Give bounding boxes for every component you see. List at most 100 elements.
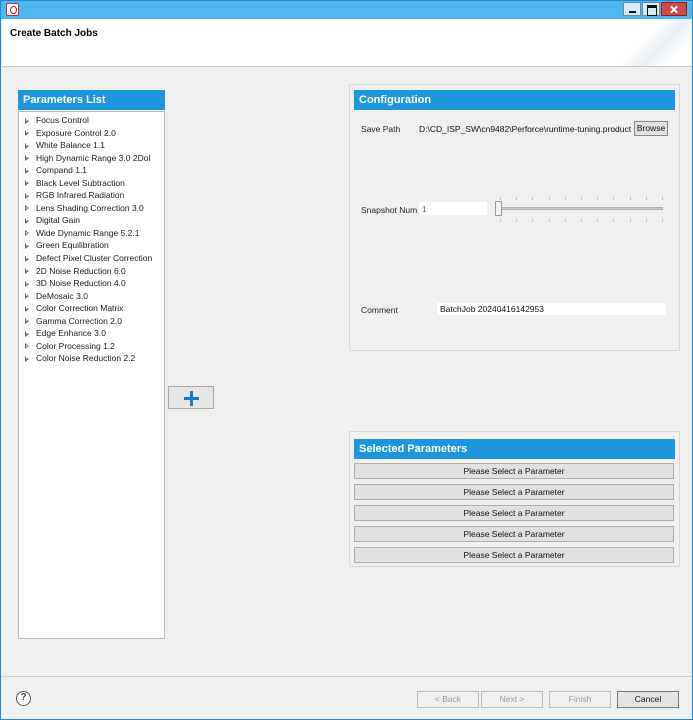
slider-tick [597, 197, 599, 200]
snapshot-slider-thumb[interactable] [495, 201, 502, 216]
expand-arrow-icon[interactable] [25, 155, 29, 162]
parameter-tree-item[interactable]: Defect Pixel Cluster Correction [19, 252, 164, 265]
slider-tick [662, 219, 663, 222]
back-button[interactable]: < Back [417, 691, 479, 708]
slider-tick [613, 219, 615, 222]
selected-parameter-slot-1[interactable]: Please Select a Parameter [354, 463, 674, 479]
snapshot-slider-track[interactable] [498, 207, 663, 210]
minimize-button[interactable] [623, 2, 641, 16]
slider-tick [564, 197, 566, 200]
expand-arrow-icon[interactable] [25, 117, 29, 124]
parameter-tree-item[interactable]: Green Equilibration [19, 239, 164, 252]
slider-tick [516, 197, 518, 200]
expand-arrow-icon[interactable] [25, 167, 29, 174]
parameter-label: Wide Dynamic Range 5.2.1 [36, 227, 140, 238]
selected-parameters-heading: Selected Parameters [354, 439, 675, 459]
parameter-label: DeMosaic 3.0 [36, 290, 88, 301]
selected-parameter-slot-5[interactable]: Please Select a Parameter [354, 547, 674, 563]
expand-arrow-icon[interactable] [25, 305, 29, 312]
parameter-label: Compand 1.1 [36, 165, 88, 176]
parameter-label: Color Processing 1.2 [36, 340, 115, 351]
parameter-label: High Dynamic Range 3.0 2DoI [36, 152, 151, 163]
parameter-label: Color Noise Reduction 2.2 [36, 353, 136, 364]
app-icon [6, 3, 19, 16]
slider-tick [629, 197, 631, 200]
parameter-tree-item[interactable]: Digital Gain [19, 214, 164, 227]
selected-parameter-slot-2[interactable]: Please Select a Parameter [354, 484, 674, 500]
expand-arrow-icon[interactable] [25, 230, 29, 237]
parameter-tree-item[interactable]: High Dynamic Range 3.0 2DoI [19, 152, 164, 165]
cancel-button[interactable]: Cancel [617, 691, 679, 708]
expand-arrow-icon[interactable] [25, 180, 29, 187]
parameter-label: Black Level Subtraction [36, 177, 125, 188]
parameter-tree-item[interactable]: Edge Enhance 3.0 [19, 327, 164, 340]
parameter-label: Gamma Correction 2.0 [36, 315, 122, 326]
close-button[interactable] [661, 2, 687, 16]
parameter-tree-item[interactable]: Color Correction Matrix [19, 302, 164, 315]
snapshot-num-input[interactable] [419, 202, 487, 215]
slider-tick [645, 197, 647, 200]
snapshot-num-label: Snapshot Num [361, 205, 418, 215]
parameter-label: Edge Enhance 3.0 [36, 328, 106, 339]
expand-arrow-icon[interactable] [25, 293, 29, 300]
selected-parameter-slot-4[interactable]: Please Select a Parameter [354, 526, 674, 542]
parameter-tree-item[interactable]: DeMosaic 3.0 [19, 290, 164, 303]
maximize-button[interactable] [642, 2, 660, 16]
parameter-label: Green Equilibration [36, 240, 109, 251]
parameter-label: 2D Noise Reduction 6.0 [36, 265, 126, 276]
browse-button[interactable]: Browse [634, 121, 668, 136]
title-bar[interactable] [1, 1, 692, 19]
expand-arrow-icon[interactable] [25, 318, 29, 325]
selected-parameter-slot-3[interactable]: Please Select a Parameter [354, 505, 674, 521]
expand-arrow-icon[interactable] [25, 130, 29, 137]
parameter-label: Lens Shading Correction 3.0 [36, 202, 144, 213]
expand-arrow-icon[interactable] [25, 142, 29, 149]
save-path-field[interactable]: D:\CD_ISP_SW\cn9482\Perforce\runtime-tun… [419, 124, 631, 134]
slider-tick [548, 197, 550, 200]
parameter-tree-item[interactable]: Lens Shading Correction 3.0 [19, 202, 164, 215]
slider-tick [629, 219, 631, 222]
expand-arrow-icon[interactable] [25, 280, 29, 287]
parameter-label: Exposure Control 2.0 [36, 127, 116, 138]
next-button[interactable]: Next > [481, 691, 543, 708]
slider-tick [662, 197, 663, 200]
parameter-tree-item[interactable]: 3D Noise Reduction 4.0 [19, 277, 164, 290]
expand-arrow-icon[interactable] [25, 355, 29, 362]
expand-arrow-icon[interactable] [25, 343, 29, 350]
parameter-tree-item[interactable]: 2D Noise Reduction 6.0 [19, 265, 164, 278]
parameter-label: White Balance 1.1 [36, 140, 105, 151]
comment-input[interactable] [437, 303, 666, 315]
header-banner-graphic [612, 19, 692, 66]
parameter-tree-item[interactable]: Black Level Subtraction [19, 177, 164, 190]
finish-button[interactable]: Finish [549, 691, 611, 708]
parameter-label: Color Correction Matrix [36, 303, 124, 314]
parameter-tree-item[interactable]: Wide Dynamic Range 5.2.1 [19, 227, 164, 240]
parameter-tree-item[interactable]: Color Processing 1.2 [19, 340, 164, 353]
parameter-tree-item[interactable]: White Balance 1.1 [19, 139, 164, 152]
parameter-tree-item[interactable]: Compand 1.1 [19, 164, 164, 177]
help-icon[interactable]: ? [16, 691, 31, 706]
slider-tick [645, 219, 647, 222]
parameter-label: Focus Control [36, 115, 89, 125]
slider-tick [581, 219, 582, 222]
slider-tick [516, 219, 518, 222]
add-parameter-button[interactable] [168, 386, 214, 409]
expand-arrow-icon[interactable] [25, 205, 29, 212]
slider-tick [613, 197, 615, 200]
parameter-tree-item[interactable]: Focus Control [19, 114, 164, 127]
parameter-tree-item[interactable]: Gamma Correction 2.0 [19, 315, 164, 328]
expand-arrow-icon[interactable] [25, 255, 29, 262]
slider-tick [581, 197, 582, 200]
parameter-tree-item[interactable]: Exposure Control 2.0 [19, 127, 164, 140]
expand-arrow-icon[interactable] [25, 242, 29, 249]
slider-tick [564, 219, 566, 222]
expand-arrow-icon[interactable] [25, 330, 29, 337]
expand-arrow-icon[interactable] [25, 217, 29, 224]
configuration-heading: Configuration [354, 90, 675, 110]
parameter-tree-item[interactable]: Color Noise Reduction 2.2 [19, 352, 164, 365]
parameter-tree-item[interactable]: RGB Infrared Radiation [19, 189, 164, 202]
expand-arrow-icon[interactable] [25, 268, 29, 275]
expand-arrow-icon[interactable] [25, 192, 29, 199]
slider-tick [532, 219, 534, 222]
parameters-tree[interactable]: Focus Control Exposure Control 2.0 White B… [18, 111, 165, 639]
